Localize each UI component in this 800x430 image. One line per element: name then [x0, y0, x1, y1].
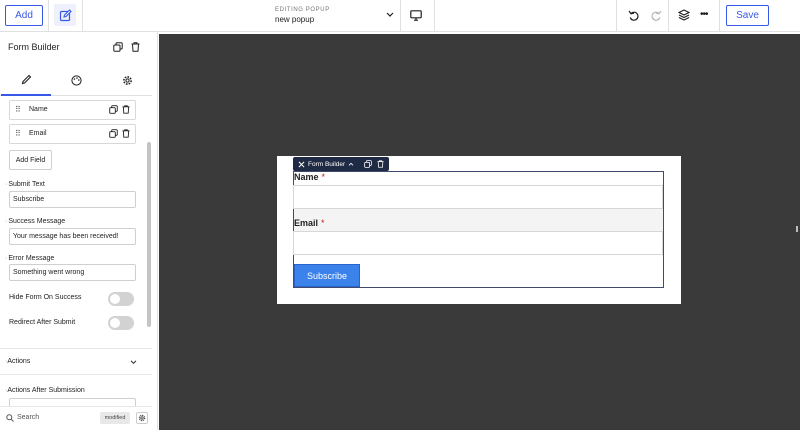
redo-icon[interactable]	[651, 10, 662, 21]
field-label-text: Name	[294, 172, 319, 182]
gear-icon	[122, 76, 132, 85]
error-message-label-text: Error Message	[8, 255, 55, 262]
block-toolbar-label[interactable]: Form Builder	[308, 161, 345, 168]
redirect-toggle[interactable]	[108, 316, 134, 330]
move-icon[interactable]	[298, 161, 305, 168]
close-icon[interactable]	[666, 159, 676, 169]
toolbar-divider	[616, 0, 617, 32]
trash-icon[interactable]	[122, 129, 130, 138]
sidebar-footer: Search modified	[0, 406, 152, 430]
success-message-label: ·Success Message	[5, 218, 66, 225]
gear-icon	[138, 414, 146, 422]
section-divider	[0, 348, 152, 349]
popup-name[interactable]: new popup	[275, 15, 314, 24]
editing-popup-label: EDITING POPUP	[275, 7, 330, 13]
drag-handle-icon[interactable]: ⠿	[15, 106, 21, 114]
more-options-icon[interactable]: •••	[700, 9, 708, 20]
hide-form-toggle[interactable]	[108, 292, 134, 306]
name-input[interactable]	[293, 185, 663, 209]
tab-settings[interactable]	[102, 65, 152, 96]
hide-form-label: Hide Form On Success	[9, 294, 82, 301]
subscribe-button[interactable]: Subscribe	[294, 264, 360, 287]
block-toolbar: Form Builder	[293, 157, 389, 171]
redirect-label: Redirect After Submit	[9, 319, 76, 326]
required-asterisk: *	[321, 172, 326, 182]
form-field-row-name[interactable]: ⠿ Name	[9, 100, 136, 120]
desktop-preview-icon[interactable]	[410, 10, 422, 21]
actions-after-label: ·Actions After Submission	[5, 387, 85, 394]
field-label: Email	[29, 130, 47, 137]
footer-settings-button[interactable]	[136, 412, 148, 424]
duplicate-icon[interactable]	[364, 160, 372, 168]
palette-icon	[70, 75, 82, 86]
canvas-resize-handle[interactable]	[796, 226, 798, 232]
sidebar-scrollbar[interactable]	[147, 142, 151, 327]
top-toolbar: Add EDITING POPUP new popup ••• Save	[0, 0, 800, 32]
toolbar-divider	[668, 0, 669, 32]
actions-title-text: Actions	[7, 358, 31, 365]
edit-mode-button[interactable]	[54, 4, 76, 26]
trash-icon[interactable]	[122, 105, 130, 114]
success-message-label-text: Success Message	[8, 218, 66, 225]
add-button[interactable]: Add	[5, 5, 43, 26]
toolbar-divider	[82, 0, 83, 32]
inspector-sidebar: Form Builder ⠿ Name ⠿ Email Add Field ·S…	[0, 32, 158, 430]
submit-text-input[interactable]: Subscribe	[9, 191, 136, 208]
add-field-button[interactable]: Add Field	[9, 150, 52, 170]
layers-icon[interactable]	[678, 9, 690, 21]
form-field-label-email: Email *	[294, 218, 325, 228]
chevron-down-icon[interactable]	[386, 12, 394, 18]
actions-after-label-text: Actions After Submission	[7, 387, 85, 394]
duplicate-icon[interactable]	[109, 105, 118, 114]
toolbar-divider	[434, 0, 435, 32]
chevron-up-icon[interactable]	[348, 162, 354, 166]
duplicate-icon[interactable]	[109, 129, 118, 138]
toolbar-divider	[400, 0, 401, 32]
trash-icon[interactable]	[131, 42, 140, 52]
field-label: Name	[29, 106, 48, 113]
submit-text-label-text: Submit Text	[8, 181, 45, 188]
required-asterisk: *	[321, 218, 325, 228]
drag-handle-icon[interactable]: ⠿	[15, 130, 21, 138]
duplicate-icon[interactable]	[113, 42, 123, 52]
sidebar-tabs	[0, 65, 152, 96]
actions-after-select[interactable]	[9, 398, 136, 406]
toolbar-divider	[719, 0, 720, 32]
pencil-icon	[21, 74, 31, 85]
sidebar-title: Form Builder	[8, 42, 60, 52]
form-field-label-name: Name *	[294, 172, 325, 182]
error-message-input[interactable]: Something went wrong	[9, 264, 136, 281]
email-input[interactable]	[293, 231, 663, 255]
error-message-label: ·Error Message	[5, 255, 55, 262]
tab-content[interactable]	[1, 65, 51, 96]
field-label-text: Email	[294, 218, 319, 228]
modified-badge: modified	[100, 412, 130, 424]
save-button[interactable]: Save	[726, 5, 769, 26]
tab-style[interactable]	[51, 65, 101, 96]
toolbar-divider	[48, 0, 49, 32]
submit-text-label: ·Submit Text	[5, 181, 45, 188]
trash-icon[interactable]	[377, 160, 384, 168]
undo-icon[interactable]	[628, 10, 639, 21]
pencil-square-icon	[59, 8, 72, 21]
search-input[interactable]: Search	[17, 414, 39, 421]
search-icon	[6, 414, 14, 422]
form-field-row-email[interactable]: ⠿ Email	[9, 124, 136, 144]
chevron-down-icon[interactable]	[130, 360, 137, 365]
success-message-input[interactable]: Your message has been received!	[9, 228, 136, 245]
section-divider	[0, 374, 152, 375]
actions-section-header[interactable]: ·Actions	[5, 358, 30, 365]
